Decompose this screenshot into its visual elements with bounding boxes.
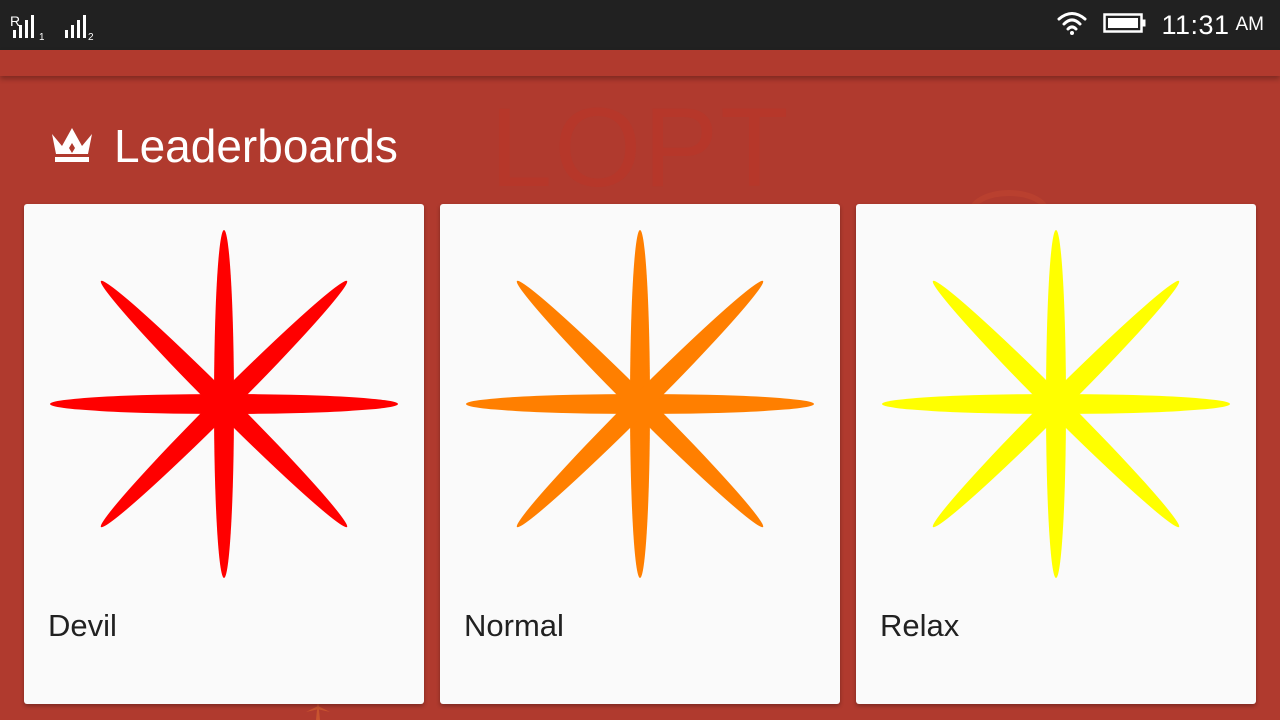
sim-index-label: 1 bbox=[39, 32, 44, 42]
card-label: Normal bbox=[464, 608, 564, 643]
crown-icon bbox=[50, 124, 94, 168]
leaderboards-screen: R 1 2 11:31 AM LOPT Leaderboards Devil N… bbox=[0, 0, 1280, 720]
clock-ampm: AM bbox=[1235, 14, 1265, 35]
status-right: 11:31 AM bbox=[1057, 0, 1264, 50]
star-icon bbox=[466, 230, 814, 578]
star-icon bbox=[882, 230, 1230, 578]
wifi-icon bbox=[1057, 11, 1087, 39]
roaming-label: R bbox=[10, 13, 20, 29]
signal-indicators: R 1 2 bbox=[10, 8, 114, 42]
leaderboard-card-normal[interactable]: Normal bbox=[440, 204, 840, 704]
signal-icon: 2 bbox=[62, 12, 96, 42]
clock-time: 11:31 bbox=[1161, 9, 1230, 40]
sim-index-label: 2 bbox=[88, 32, 94, 42]
status-bar: R 1 2 11:31 AM bbox=[0, 0, 1280, 50]
page-header: Leaderboards bbox=[50, 118, 398, 174]
signal-icon: R 1 bbox=[10, 12, 44, 42]
background-watermark: LOPT bbox=[490, 85, 791, 210]
card-label: Devil bbox=[48, 608, 117, 643]
star-icon bbox=[50, 230, 398, 578]
toolbar bbox=[0, 50, 1280, 76]
page-title: Leaderboards bbox=[114, 120, 398, 172]
card-label: Relax bbox=[880, 608, 960, 643]
leaderboard-card-relax[interactable]: Relax bbox=[856, 204, 1256, 704]
battery-icon bbox=[1103, 12, 1147, 38]
leaderboard-card-devil[interactable]: Devil bbox=[24, 204, 424, 704]
